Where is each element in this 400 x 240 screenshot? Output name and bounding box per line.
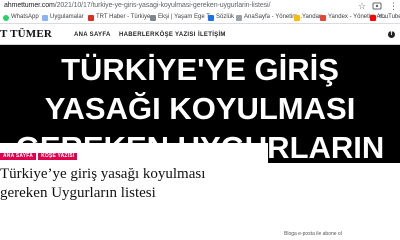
nav-column[interactable]: KÖŞE YAZISI — [155, 32, 196, 38]
bookmarks-bar: WhatsApp Uygulamalar TRT Haber - Türkiye… — [0, 12, 400, 24]
bookmark-trt-haber[interactable]: TRT Haber - Türkiye... — [88, 13, 155, 22]
url-host: ahmettumer.com — [4, 2, 55, 9]
hero-line-2: YASAĞI KOYULMASI — [44, 91, 356, 126]
facebook-icon[interactable]: f — [388, 31, 395, 38]
url-path: /2021/10/17/turkiye-ye-giris-yasagi-koyu… — [54, 2, 271, 9]
article-tags: ANA SAYFA KÖŞE YAZISI — [0, 153, 78, 160]
article-title: Türkiye’ye giriş yasağı koyulması gereke… — [0, 165, 265, 203]
bookmark-sozluk[interactable]: Sözlük — [208, 13, 234, 22]
site-logo[interactable]: T TÜMER — [0, 28, 52, 40]
bookmark-label: TRT Haber - Türkiye... — [96, 14, 156, 20]
browser-menu-icon[interactable]: ⋮ — [389, 1, 398, 11]
bookmark-star-icon[interactable]: ☆ — [357, 1, 367, 11]
article-title-line-2: gereken Uygurların listesi — [0, 185, 156, 201]
article-card: ANA SAYFA KÖŞE YAZISI Türkiye’ye giriş y… — [0, 143, 268, 240]
extension-icon[interactable] — [372, 1, 382, 11]
bookmark-apps[interactable]: Uygulamalar — [42, 13, 84, 22]
bookmark-label: Ekşi | Yaşam Ege T... — [158, 14, 215, 20]
hero-line-1: TÜRKİYE'YE GİRİŞ — [61, 52, 339, 87]
nav-news[interactable]: HABERLER — [119, 32, 155, 38]
bookmark-anasayfa[interactable]: AnaSayfa - Yönetim... — [236, 13, 302, 22]
folder-icon — [294, 14, 300, 21]
bookmark-youtube[interactable]: YouTube — [370, 13, 400, 22]
bookmark-label: Sözlük — [216, 14, 235, 20]
nav-contact[interactable]: İLETİŞİM — [198, 32, 226, 38]
bookmark-yandan[interactable]: Yandan — [294, 13, 322, 22]
url-text[interactable]: ahmettumer.com/2021/10/17/turkiye-ye-gir… — [4, 1, 270, 11]
bookmark-label: YouTube — [378, 14, 400, 20]
youtube-icon — [370, 14, 376, 21]
tag-column[interactable]: KÖŞE YAZISI — [38, 153, 78, 160]
subscribe-heading: Bloga e-posta ile abone ol — [284, 231, 342, 237]
yandex-icon — [320, 14, 326, 21]
nav-home[interactable]: ANA SAYFA — [74, 32, 111, 38]
article-title-line-1: Türkiye’ye giriş yasağı koyulması — [0, 166, 206, 182]
page-icon — [236, 14, 242, 21]
bookmark-label: WhatsApp — [11, 14, 39, 20]
whatsapp-icon — [3, 14, 9, 21]
apps-grid-icon — [42, 14, 48, 21]
eksi-icon — [150, 14, 156, 21]
trt-icon — [88, 14, 94, 21]
bookmark-whatsapp[interactable]: WhatsApp — [3, 13, 39, 22]
sozluk-icon — [208, 14, 214, 21]
bookmark-label: Uygulamalar — [50, 14, 84, 20]
bookmark-eksi[interactable]: Ekşi | Yaşam Ege T... — [150, 13, 214, 22]
tag-home[interactable]: ANA SAYFA — [0, 153, 37, 160]
site-header: T TÜMER ANA SAYFA HABERLER KÖŞE YAZISI İ… — [0, 24, 400, 45]
